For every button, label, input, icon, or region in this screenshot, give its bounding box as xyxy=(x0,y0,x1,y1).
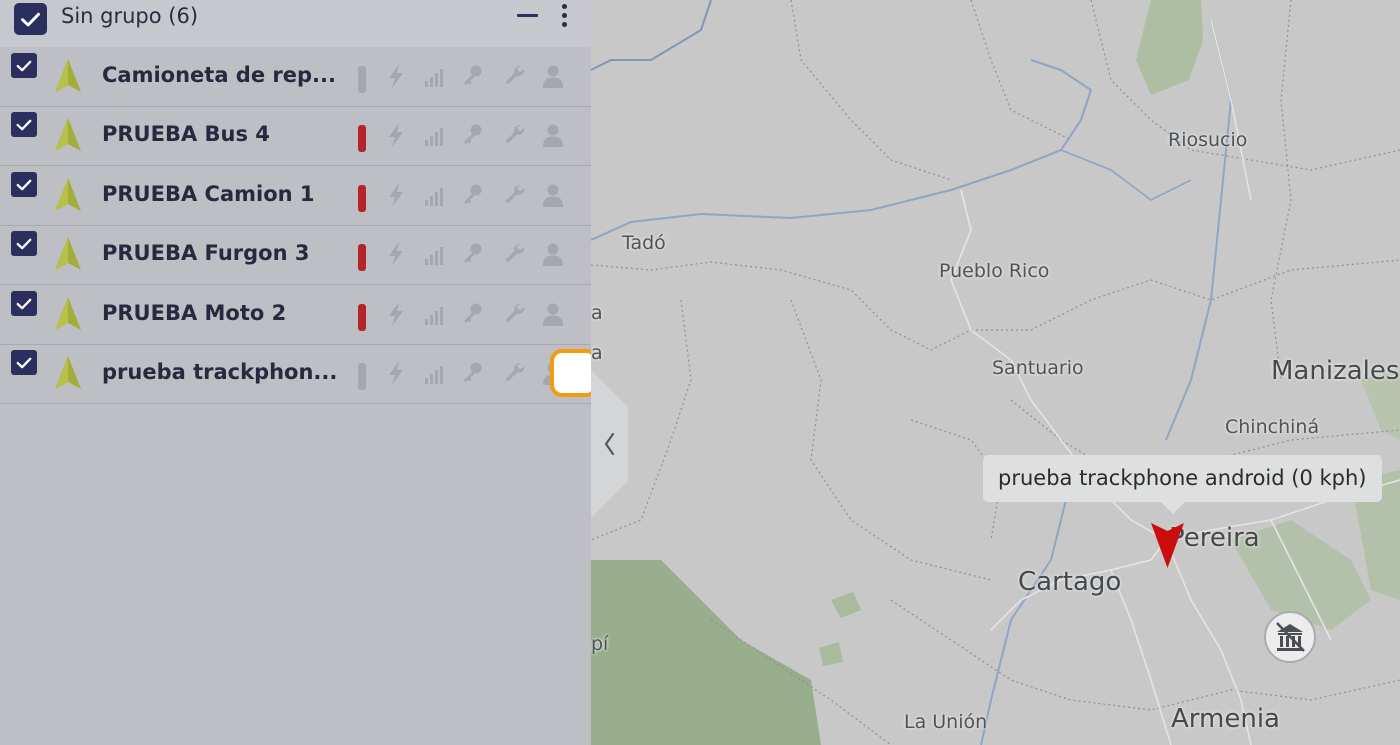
status-bar-icon xyxy=(358,125,366,153)
vehicle-tooltip: prueba trackphone android (0 kph) xyxy=(983,455,1382,514)
power-icon xyxy=(384,181,408,209)
map-label-edge: a xyxy=(591,302,603,324)
signal-icon xyxy=(423,121,447,149)
group-checkbox[interactable] xyxy=(14,3,47,35)
maintenance-wrench-icon xyxy=(502,181,526,209)
status-bar-icon xyxy=(358,184,366,212)
ignition-key-icon xyxy=(461,300,485,328)
driver-icon xyxy=(541,121,565,149)
vehicle-checkbox[interactable] xyxy=(11,53,37,78)
signal-icon xyxy=(423,181,447,209)
group-title: Sin grupo (6) xyxy=(61,4,199,28)
vehicle-name[interactable]: prueba trackphon... xyxy=(102,360,337,384)
navigation-arrow-icon xyxy=(53,177,83,213)
driver-icon xyxy=(541,62,565,90)
map-view[interactable]: Tadó Riosucio Pueblo Rico Santuario Mani… xyxy=(591,0,1400,745)
vehicle-name[interactable]: PRUEBA Camion 1 xyxy=(102,182,315,206)
navigation-arrow-icon xyxy=(53,236,83,272)
vehicle-name[interactable]: PRUEBA Bus 4 xyxy=(102,122,270,146)
vehicle-row[interactable]: PRUEBA Moto 2 xyxy=(0,286,591,345)
map-label-santuario: Santuario xyxy=(992,357,1084,379)
signal-icon xyxy=(423,62,447,90)
driver-icon xyxy=(541,240,565,268)
vehicle-name[interactable]: PRUEBA Furgon 3 xyxy=(102,241,309,265)
vehicle-checkbox[interactable] xyxy=(11,231,37,257)
maintenance-wrench-icon xyxy=(502,240,526,268)
focused-driver-button[interactable] xyxy=(550,349,591,397)
map-label-chinchina: Chinchiná xyxy=(1225,416,1320,438)
map-label-manizales: Manizales xyxy=(1271,356,1400,386)
museum-icon[interactable] xyxy=(1263,610,1317,664)
map-label-edge: a xyxy=(591,342,603,364)
ignition-key-icon xyxy=(461,359,485,387)
map-label-tado: Tadó xyxy=(622,232,666,254)
ignition-key-icon xyxy=(461,62,485,90)
power-icon xyxy=(384,240,408,268)
vehicle-checkbox[interactable] xyxy=(11,112,37,138)
power-icon xyxy=(384,121,408,149)
status-bar-icon xyxy=(358,244,366,272)
vehicle-location-marker-icon[interactable] xyxy=(1151,523,1184,569)
ignition-key-icon xyxy=(461,240,485,268)
power-icon xyxy=(384,359,408,387)
vehicle-name[interactable]: PRUEBA Moto 2 xyxy=(102,301,286,325)
ignition-key-icon xyxy=(461,181,485,209)
maintenance-wrench-icon xyxy=(502,359,526,387)
navigation-arrow-icon xyxy=(53,58,83,94)
group-collapse-button[interactable] xyxy=(517,6,539,28)
map-label-edge: pí xyxy=(591,633,609,655)
vehicle-row[interactable]: prueba trackphon... xyxy=(0,345,591,404)
navigation-arrow-icon xyxy=(53,355,83,391)
vehicle-checkbox[interactable] xyxy=(11,171,37,197)
group-menu-icon[interactable] xyxy=(556,3,574,31)
maintenance-wrench-icon xyxy=(502,121,526,149)
navigation-arrow-icon xyxy=(53,296,83,332)
map-label-armenia: Armenia xyxy=(1171,704,1280,734)
driver-icon xyxy=(541,181,565,209)
vehicle-row[interactable]: Camioneta de rep... xyxy=(0,48,591,107)
vehicle-name[interactable]: Camioneta de rep... xyxy=(102,63,336,87)
vehicle-row[interactable]: PRUEBA Bus 4 xyxy=(0,107,591,167)
vehicle-checkbox[interactable] xyxy=(11,350,37,375)
navigation-arrow-icon xyxy=(53,117,83,153)
sidebar-collapse-button[interactable] xyxy=(591,370,628,518)
group-header: Sin grupo (6) xyxy=(0,0,591,47)
status-bar-icon xyxy=(358,66,366,93)
status-bar-icon xyxy=(358,363,366,390)
map-label-pueblo-rico: Pueblo Rico xyxy=(939,260,1050,282)
vehicle-checkbox[interactable] xyxy=(11,290,37,316)
driver-icon xyxy=(541,300,565,328)
map-label-cartago: Cartago xyxy=(1018,567,1122,597)
signal-icon xyxy=(423,300,447,328)
power-icon xyxy=(384,300,408,328)
map-label-la-union: La Unión xyxy=(904,711,988,733)
map-label-riosucio: Riosucio xyxy=(1168,129,1248,151)
vehicle-row[interactable]: PRUEBA Camion 1 xyxy=(0,167,591,226)
maintenance-wrench-icon xyxy=(502,300,526,328)
status-bar-icon xyxy=(358,303,366,331)
maintenance-wrench-icon xyxy=(502,62,526,90)
ignition-key-icon xyxy=(461,121,485,149)
power-icon xyxy=(384,62,408,90)
signal-icon xyxy=(423,359,447,387)
vehicle-row[interactable]: PRUEBA Furgon 3 xyxy=(0,226,591,286)
vehicle-list-panel: Sin grupo (6) Camioneta de rep... PRUEBA… xyxy=(0,0,591,745)
signal-icon xyxy=(423,240,447,268)
